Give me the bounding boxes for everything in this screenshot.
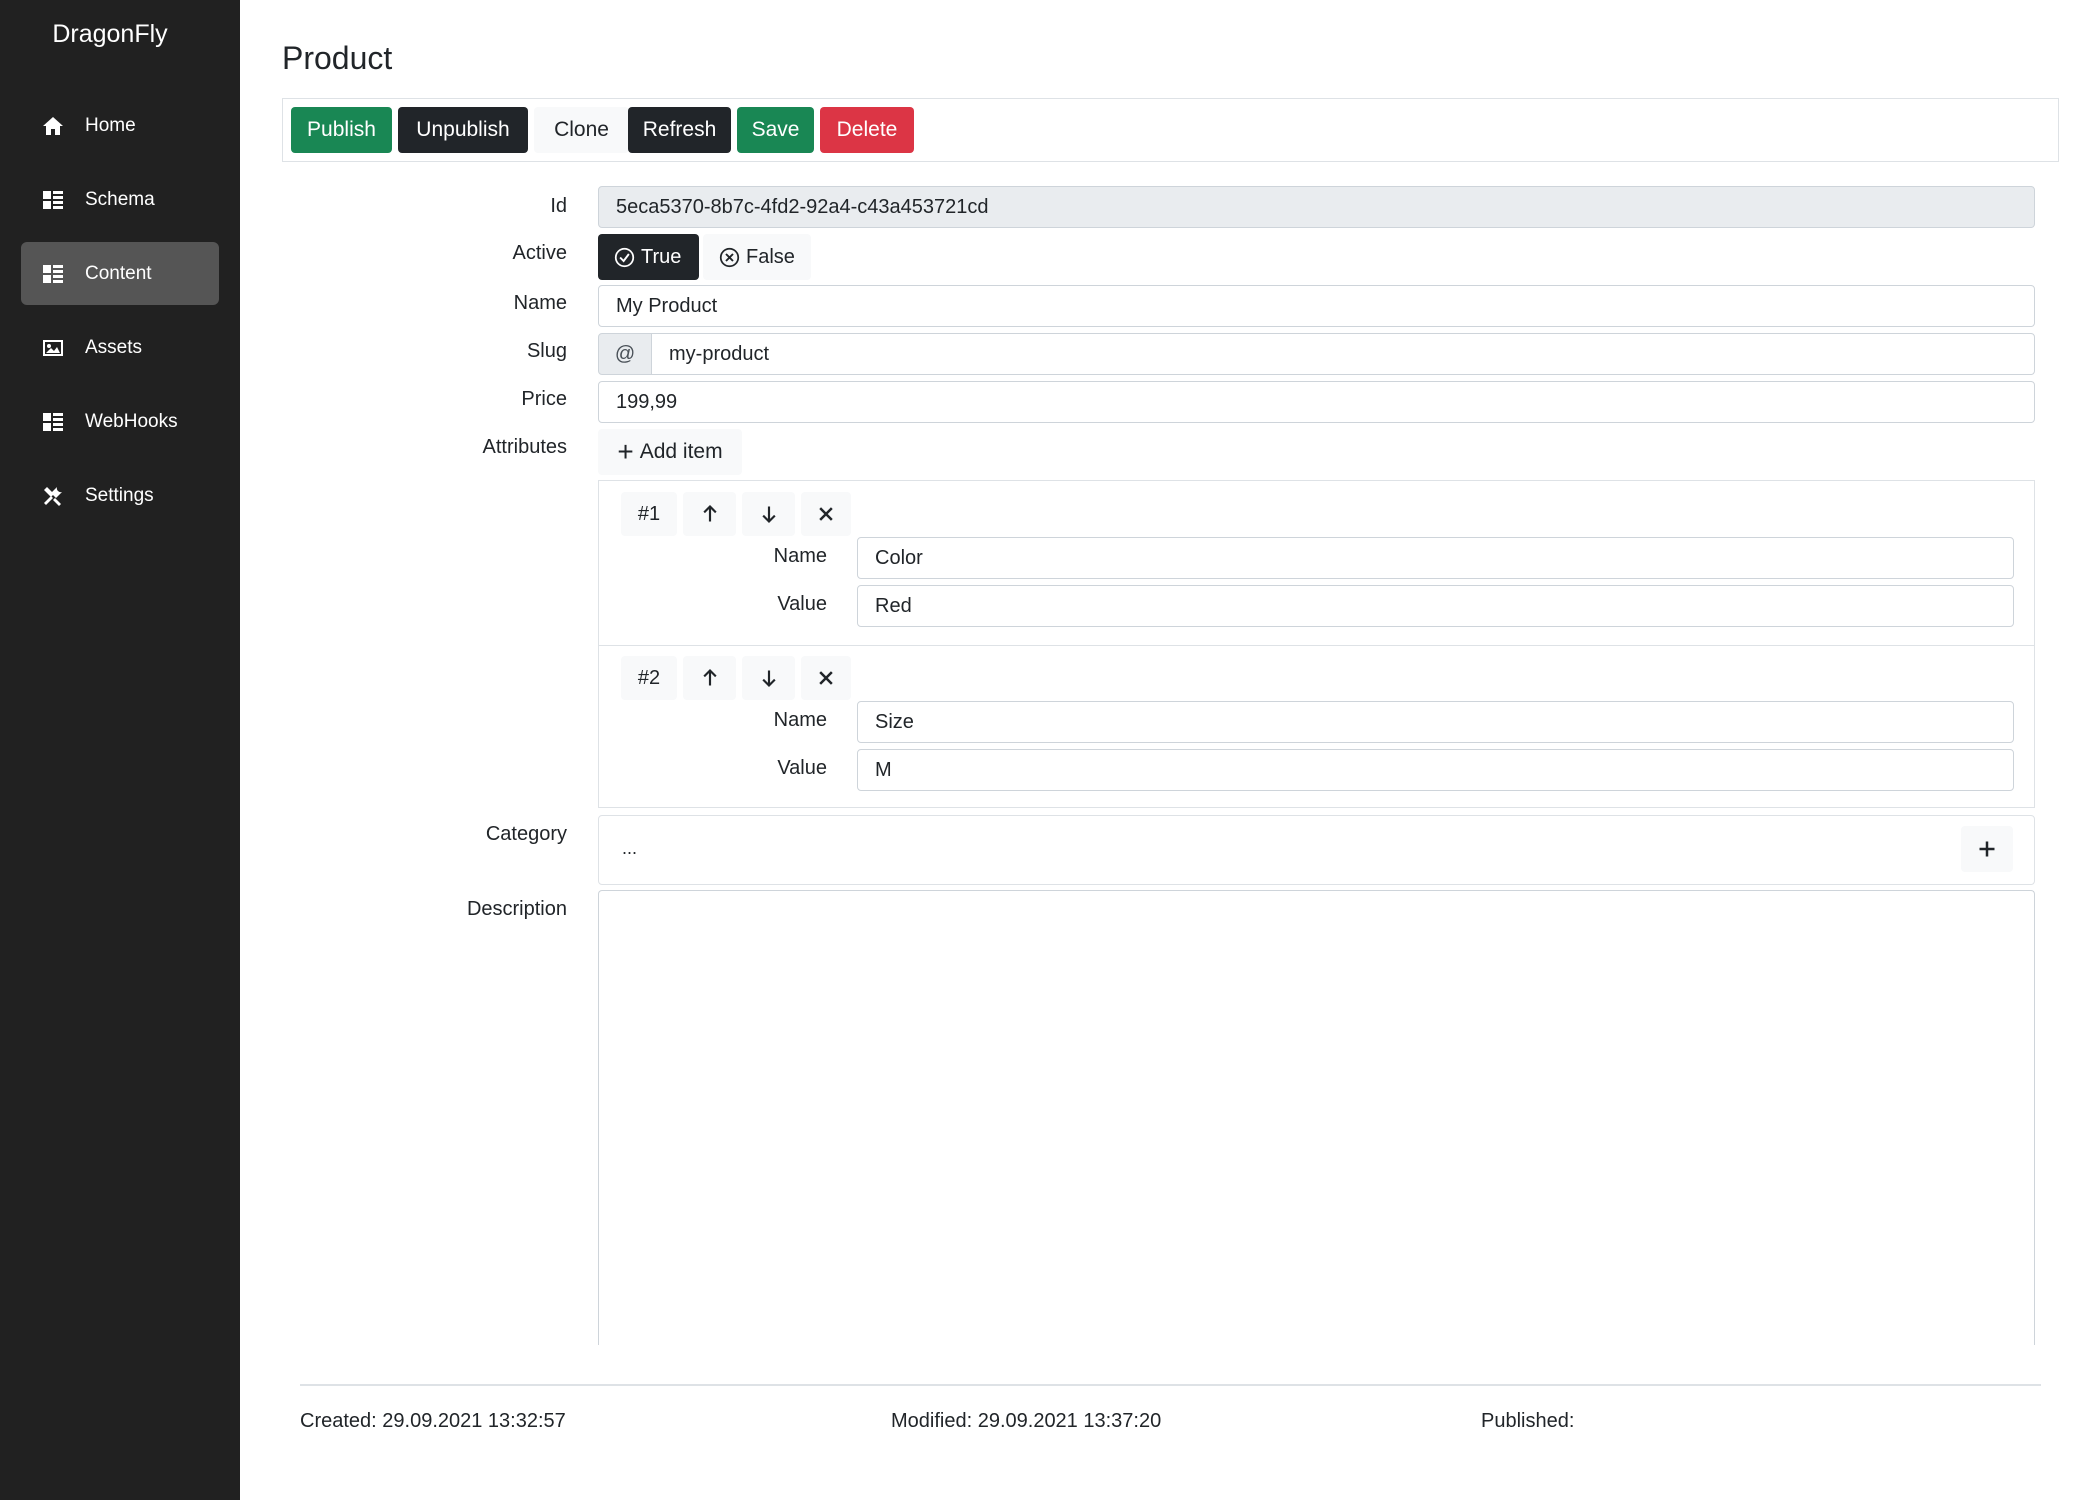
- category-reference[interactable]: [598, 815, 2035, 885]
- item-index-badge: #1: [621, 492, 677, 536]
- item-value-label: Value: [777, 593, 827, 615]
- check-circle-icon: [614, 247, 635, 267]
- sidebar-item-settings[interactable]: Settings: [21, 464, 219, 527]
- brand-logo[interactable]: DragonFly: [0, 20, 220, 49]
- sidebar-item-label: Assets: [85, 336, 143, 358]
- page-title: Product: [282, 40, 393, 76]
- remove-item-button[interactable]: [801, 492, 851, 536]
- list-icon: [41, 262, 65, 286]
- footer-divider: [300, 1384, 2041, 1386]
- plus-icon: [1979, 841, 1995, 857]
- publish-button[interactable]: Publish: [291, 107, 392, 153]
- tools-icon: [41, 484, 65, 508]
- sidebar-item-label: Content: [85, 262, 152, 284]
- image-icon: [41, 336, 65, 360]
- item-index-badge: #2: [621, 656, 677, 700]
- save-button[interactable]: Save: [737, 107, 814, 153]
- add-item-label: Add item: [639, 440, 723, 463]
- list-icon: [41, 188, 65, 212]
- sidebar-item-label: Settings: [85, 484, 154, 506]
- sidebar-item-content[interactable]: Content: [21, 242, 219, 305]
- unpublish-button[interactable]: Unpublish: [398, 107, 528, 153]
- toolbar: Publish Unpublish Clone Refresh Save Del…: [282, 98, 2059, 162]
- price-field[interactable]: 199,99: [598, 381, 2035, 423]
- arrow-up-icon: [702, 504, 717, 522]
- item-value-field[interactable]: M: [857, 749, 2014, 791]
- delete-button[interactable]: Delete: [820, 107, 914, 153]
- move-up-button[interactable]: [683, 656, 736, 700]
- price-label: Price: [521, 388, 567, 410]
- name-field[interactable]: My Product: [598, 285, 2035, 327]
- sidebar-item-webhooks[interactable]: WebHooks: [21, 390, 219, 453]
- slug-field[interactable]: my-product: [651, 333, 2035, 375]
- id-label: Id: [550, 195, 567, 217]
- move-down-button[interactable]: [742, 492, 795, 536]
- arrow-up-icon: [702, 668, 717, 686]
- slug-prefix: @: [598, 333, 652, 375]
- sidebar-item-schema[interactable]: Schema: [21, 168, 219, 231]
- home-icon: [41, 114, 65, 138]
- item-value-label: Value: [777, 757, 827, 779]
- description-editor[interactable]: [598, 890, 2035, 1345]
- sidebar-item-home[interactable]: Home: [21, 94, 219, 157]
- clone-button[interactable]: Clone: [534, 107, 629, 153]
- refresh-button[interactable]: Refresh: [628, 107, 731, 153]
- sidebar-item-label: WebHooks: [85, 410, 178, 432]
- plus-icon: +: [617, 436, 634, 467]
- item-name-field[interactable]: Color: [857, 537, 2014, 579]
- item-name-label: Name: [773, 709, 827, 731]
- id-field: 5eca5370-8b7c-4fd2-92a4-c43a453721cd: [598, 186, 2035, 228]
- description-label: Description: [466, 898, 567, 920]
- move-up-button[interactable]: [683, 492, 736, 536]
- active-label: Active: [512, 242, 567, 264]
- list-icon: [41, 410, 65, 434]
- item-name-field[interactable]: Size: [857, 701, 2014, 743]
- active-false-label: False: [746, 245, 795, 268]
- published-timestamp: Published:: [1481, 1410, 1575, 1432]
- name-label: Name: [513, 292, 567, 314]
- created-timestamp: Created: 29.09.2021 13:32:57: [300, 1410, 566, 1432]
- arrow-down-icon: [761, 670, 776, 688]
- item-value-field[interactable]: Red: [857, 585, 2014, 627]
- move-down-button[interactable]: [742, 656, 795, 700]
- sidebar-item-label: Home: [85, 114, 136, 136]
- category-value: ...: [622, 838, 638, 858]
- close-icon: [819, 671, 833, 685]
- sidebar: DragonFly Home Schema Content Assets Web…: [0, 0, 240, 1500]
- arrow-down-icon: [761, 506, 776, 524]
- sidebar-item-label: Schema: [85, 188, 155, 210]
- remove-item-button[interactable]: [801, 656, 851, 700]
- slug-label: Slug: [526, 340, 567, 362]
- modified-timestamp: Modified: 29.09.2021 13:37:20: [891, 1410, 1162, 1432]
- sidebar-item-assets[interactable]: Assets: [21, 316, 219, 379]
- close-icon: [819, 507, 833, 521]
- attributes-label: Attributes: [482, 436, 567, 458]
- item-name-label: Name: [773, 545, 827, 567]
- add-item-button[interactable]: + Add item: [598, 429, 742, 475]
- list-divider: [598, 645, 2035, 646]
- category-label: Category: [485, 823, 567, 845]
- active-true-toggle[interactable]: True: [598, 234, 699, 280]
- x-circle-icon: [719, 247, 740, 267]
- active-false-toggle[interactable]: False: [703, 234, 811, 280]
- add-category-button[interactable]: [1961, 826, 2013, 872]
- active-true-label: True: [641, 245, 682, 268]
